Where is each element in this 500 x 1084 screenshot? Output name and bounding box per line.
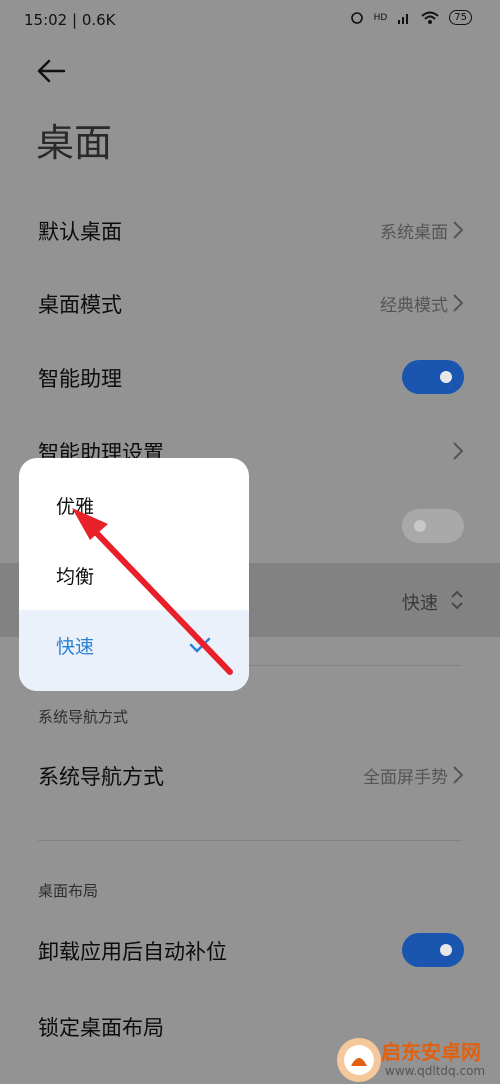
back-arrow-icon[interactable] (34, 54, 68, 88)
navigation-mode-label: 系统导航方式 (38, 765, 164, 789)
default-launcher-label: 默认桌面 (38, 220, 122, 244)
section-divider (38, 840, 462, 841)
popup-option-fast[interactable]: 快速 (19, 610, 249, 691)
layout-section-header: 桌面布局 (38, 882, 99, 900)
popup-option-label: 快速 (56, 636, 95, 658)
watermark-title: 启东安卓网 (381, 1040, 481, 1064)
launcher-mode-row[interactable]: 桌面模式 经典模式 (0, 273, 500, 333)
watermark: 启东安卓网 www.qdltdq.com (335, 1032, 490, 1084)
navigation-mode-row[interactable]: 系统导航方式 全面屏手势 (0, 745, 500, 805)
watermark-url: www.qdltdq.com (385, 1064, 486, 1078)
toggle-knob (440, 371, 452, 383)
popup-option-balanced[interactable]: 均衡 (19, 540, 249, 610)
disabled-toggle[interactable] (402, 509, 464, 543)
launcher-mode-label: 桌面模式 (38, 293, 122, 317)
toggle-knob (414, 520, 426, 532)
navigation-mode-value: 全面屏手势 (363, 768, 448, 788)
sync-icon (350, 11, 363, 24)
page-title: 桌面 (36, 121, 113, 165)
auto-fill-toggle[interactable] (402, 933, 464, 967)
lock-layout-label: 锁定桌面布局 (38, 1016, 164, 1040)
status-bar: 15:02 | 0.6K HD 75 (0, 0, 500, 40)
checkmark-icon (189, 637, 211, 653)
up-down-chevron-icon (451, 590, 463, 610)
smart-assistant-label: 智能助理 (38, 367, 122, 391)
default-launcher-value: 系统桌面 (380, 223, 448, 243)
chevron-right-icon (453, 442, 464, 460)
smart-assistant-toggle[interactable] (402, 360, 464, 394)
default-launcher-row[interactable]: 默认桌面 系统桌面 (0, 200, 500, 260)
auto-fill-label: 卸载应用后自动补位 (38, 940, 227, 964)
chevron-right-icon (453, 294, 464, 312)
watermark-logo-icon (337, 1038, 381, 1082)
signal-icon (398, 13, 409, 24)
wifi-icon (421, 11, 439, 24)
chevron-right-icon (453, 766, 464, 784)
popup-option-elegant[interactable]: 优雅 (19, 470, 249, 540)
launcher-mode-value: 经典模式 (380, 296, 448, 316)
status-icons: HD 75 (350, 10, 472, 25)
network-label: HD (373, 12, 388, 23)
animation-speed-popup: 优雅 均衡 快速 (19, 458, 249, 691)
chevron-right-icon (453, 221, 464, 239)
popup-option-label: 均衡 (56, 566, 95, 588)
navigation-section-header: 系统导航方式 (38, 708, 129, 726)
status-time-speed: 15:02 | 0.6K (24, 11, 116, 29)
toggle-knob (440, 944, 452, 956)
popup-option-label: 优雅 (56, 496, 95, 518)
battery-icon: 75 (449, 10, 472, 25)
animation-speed-value: 快速 (402, 593, 438, 614)
